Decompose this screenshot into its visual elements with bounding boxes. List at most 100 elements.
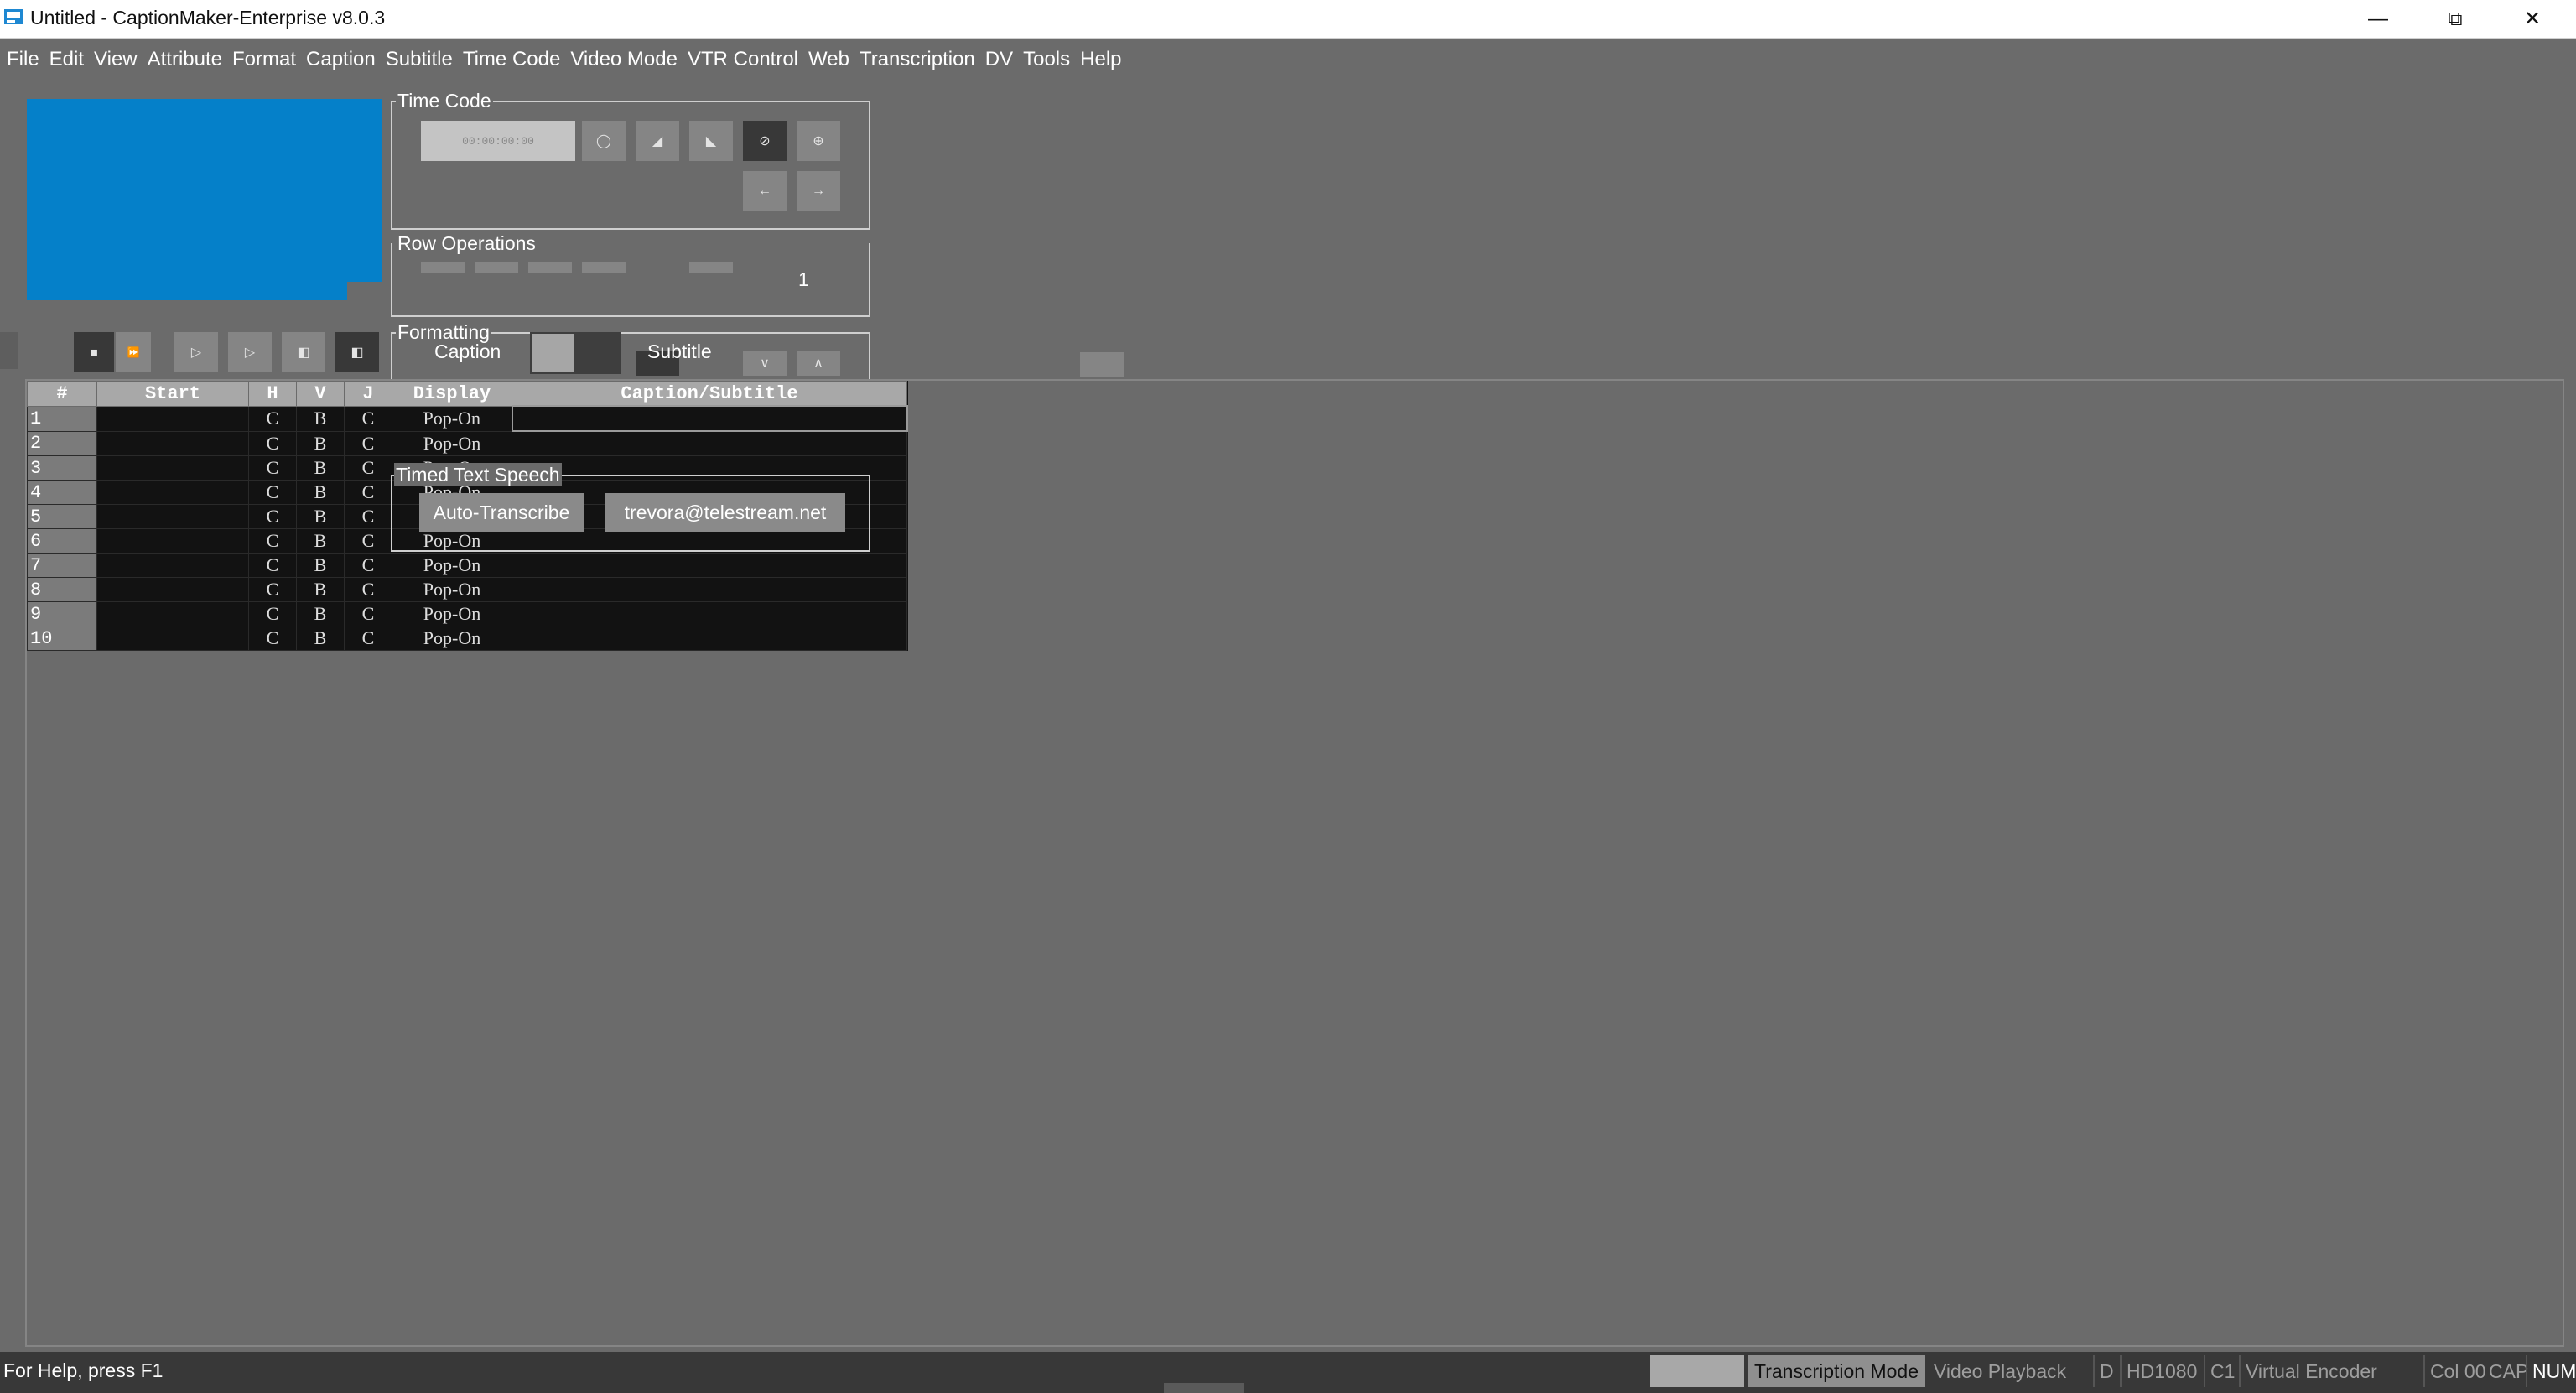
j-cell[interactable]: C xyxy=(344,430,392,456)
subtitle-mode-label[interactable]: Subtitle xyxy=(647,340,712,363)
play-segment-icon[interactable]: ▷ xyxy=(228,332,272,372)
menu-vtr-control[interactable]: VTR Control xyxy=(683,48,803,71)
start-cell[interactable] xyxy=(96,504,249,529)
column-start[interactable]: Start xyxy=(96,381,249,407)
j-cell[interactable]: C xyxy=(344,455,392,481)
display-cell[interactable]: Pop-On xyxy=(392,405,512,432)
table-row[interactable]: 2 C B C Pop-On xyxy=(27,430,907,456)
h-cell[interactable]: C xyxy=(248,430,297,456)
h-cell[interactable]: C xyxy=(248,455,297,481)
time-code-sync-icon[interactable]: ⊕ xyxy=(797,121,840,161)
start-cell[interactable] xyxy=(96,480,249,505)
arrow-right-icon[interactable]: → xyxy=(797,171,840,211)
menu-tools[interactable]: Tools xyxy=(1018,48,1075,71)
stop-icon[interactable]: ◼ xyxy=(74,332,114,372)
format-top-icon[interactable]: ∧ xyxy=(797,351,840,376)
h-cell[interactable]: C xyxy=(248,553,297,578)
j-cell[interactable]: C xyxy=(344,528,392,554)
caption-cell[interactable] xyxy=(512,577,907,602)
h-cell[interactable]: C xyxy=(248,577,297,602)
start-cell[interactable] xyxy=(96,626,249,651)
menu-web[interactable]: Web xyxy=(803,48,854,71)
close-icon[interactable]: ✕ xyxy=(2494,0,2571,38)
minimize-icon[interactable]: — xyxy=(2340,0,2417,38)
horizontal-scroll-thumb[interactable] xyxy=(1164,1383,1244,1393)
caption-cell[interactable] xyxy=(512,601,907,626)
table-row[interactable]: 8 C B C Pop-On xyxy=(27,577,907,602)
unlock-icon[interactable]: ◧ xyxy=(335,332,379,372)
column-number[interactable]: # xyxy=(27,381,97,407)
fast-forward-icon[interactable]: ⏩ xyxy=(116,332,151,372)
column-h[interactable]: H xyxy=(248,381,297,407)
caption-cell[interactable] xyxy=(512,553,907,578)
start-cell[interactable] xyxy=(96,455,249,481)
v-cell[interactable]: B xyxy=(296,553,345,578)
display-cell[interactable]: Pop-On xyxy=(392,601,512,626)
j-cell[interactable]: C xyxy=(344,480,392,505)
j-cell[interactable]: C xyxy=(344,601,392,626)
video-preview[interactable] xyxy=(27,99,382,300)
table-row[interactable]: 7 C B C Pop-On xyxy=(27,553,907,578)
menu-dv[interactable]: DV xyxy=(980,48,1018,71)
menu-attribute[interactable]: Attribute xyxy=(143,48,227,71)
h-cell[interactable]: C xyxy=(248,504,297,529)
v-cell[interactable]: B xyxy=(296,405,345,432)
h-cell[interactable]: C xyxy=(248,601,297,626)
h-cell[interactable]: C xyxy=(248,528,297,554)
caption-subtitle-toggle[interactable] xyxy=(530,332,621,374)
column-j[interactable]: J xyxy=(344,381,392,407)
restore-icon[interactable]: ⧉ xyxy=(2417,0,2494,38)
menu-time-code[interactable]: Time Code xyxy=(458,48,565,71)
auto-transcribe-button[interactable]: Auto-Transcribe xyxy=(419,493,584,532)
display-cell[interactable]: Pop-On xyxy=(392,553,512,578)
time-code-lock-icon[interactable]: ⊘ xyxy=(743,121,787,161)
menu-help[interactable]: Help xyxy=(1075,48,1126,71)
v-cell[interactable]: B xyxy=(296,504,345,529)
row-split-icon[interactable] xyxy=(582,262,626,273)
table-row[interactable]: 10 C B C Pop-On xyxy=(27,626,907,651)
v-cell[interactable]: B xyxy=(296,528,345,554)
start-cell[interactable] xyxy=(96,430,249,456)
row-delete-icon[interactable] xyxy=(689,262,733,273)
j-cell[interactable]: C xyxy=(344,553,392,578)
h-cell[interactable]: C xyxy=(248,626,297,651)
menu-file[interactable]: File xyxy=(0,48,44,71)
format-down-icon[interactable]: ∨ xyxy=(743,351,787,376)
account-button[interactable]: trevora@telestream.net xyxy=(605,493,845,532)
row-merge-icon[interactable] xyxy=(528,262,572,273)
column-v[interactable]: V xyxy=(296,381,345,407)
menu-edit[interactable]: Edit xyxy=(44,48,89,71)
arrow-left-icon[interactable]: ← xyxy=(743,171,787,211)
lock-icon[interactable]: ◧ xyxy=(282,332,325,372)
column-caption-subtitle[interactable]: Caption/Subtitle xyxy=(512,381,907,407)
menu-transcription[interactable]: Transcription xyxy=(854,48,980,71)
start-cell[interactable] xyxy=(96,528,249,554)
panel-handle[interactable] xyxy=(0,332,18,369)
v-cell[interactable]: B xyxy=(296,601,345,626)
time-code-in-icon[interactable]: ◢ xyxy=(636,121,679,161)
row-add-icon[interactable] xyxy=(475,262,518,273)
time-code-out-icon[interactable]: ◣ xyxy=(689,121,733,161)
menu-video-mode[interactable]: Video Mode xyxy=(565,48,683,71)
v-cell[interactable]: B xyxy=(296,480,345,505)
h-cell[interactable]: C xyxy=(248,480,297,505)
start-cell[interactable] xyxy=(96,553,249,578)
v-cell[interactable]: B xyxy=(296,455,345,481)
h-cell[interactable]: C xyxy=(248,405,297,432)
start-cell[interactable] xyxy=(96,405,249,432)
j-cell[interactable]: C xyxy=(344,626,392,651)
menu-format[interactable]: Format xyxy=(227,48,301,71)
j-cell[interactable]: C xyxy=(344,577,392,602)
display-cell[interactable]: Pop-On xyxy=(392,577,512,602)
format-up-icon[interactable] xyxy=(1080,352,1124,377)
j-cell[interactable]: C xyxy=(344,405,392,432)
caption-cell[interactable] xyxy=(511,405,908,432)
menu-subtitle[interactable]: Subtitle xyxy=(381,48,458,71)
j-cell[interactable]: C xyxy=(344,504,392,529)
play-icon[interactable]: ▷ xyxy=(174,332,218,372)
column-display[interactable]: Display xyxy=(392,381,512,407)
caption-mode-label[interactable]: Caption xyxy=(434,340,501,363)
caption-cell[interactable] xyxy=(512,430,907,456)
menu-view[interactable]: View xyxy=(89,48,143,71)
time-code-field[interactable]: 00:00:00:00 xyxy=(421,121,575,161)
